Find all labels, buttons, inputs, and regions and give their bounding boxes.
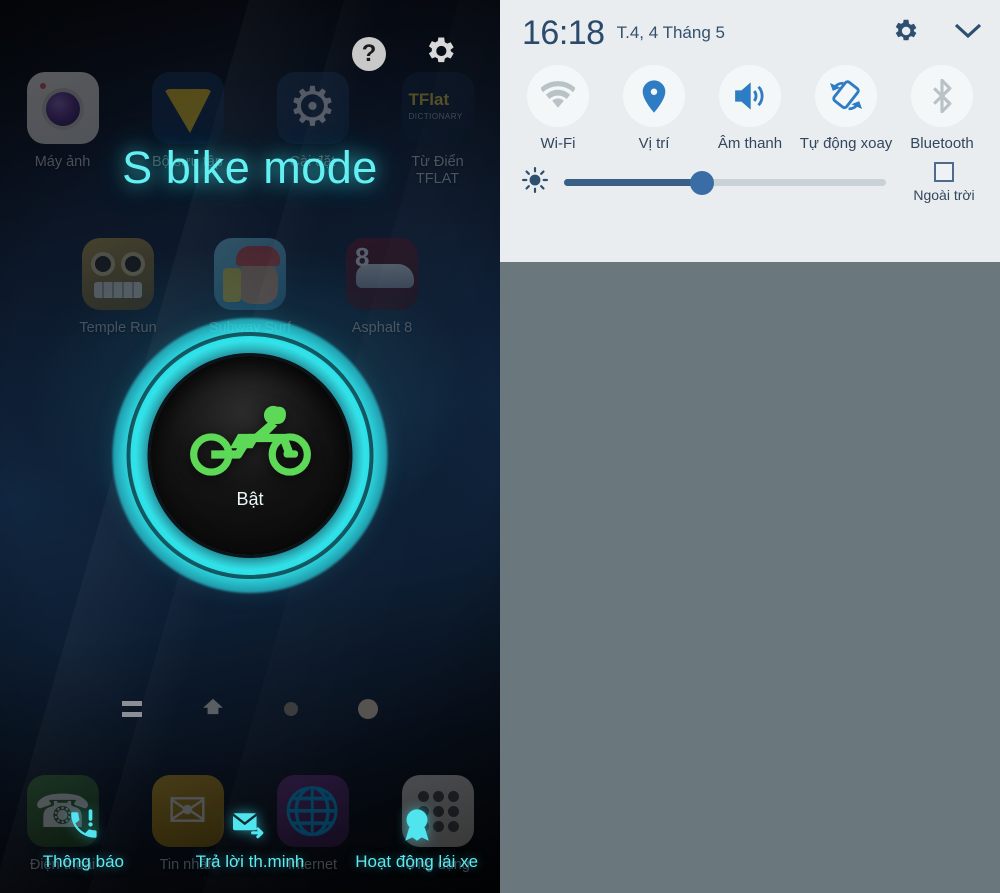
tile-label: Âm thanh xyxy=(717,135,783,152)
brightness-icon xyxy=(522,167,548,198)
temple-run-icon xyxy=(82,238,154,310)
gear-icon[interactable] xyxy=(890,16,920,51)
tile-wifi[interactable]: Wi-Fi xyxy=(510,65,606,152)
brightness-row: Ngoài trời xyxy=(500,152,1000,203)
tile-label: Tự động xoay xyxy=(799,135,893,152)
page-dot-active[interactable] xyxy=(358,698,378,719)
sbike-action-icons xyxy=(0,808,500,842)
screenshot-root: ? Máy ảnh Bộ sưu tập Cài đặt Từ Điển TFL… xyxy=(0,0,1000,893)
motorcycle-icon xyxy=(188,402,312,481)
toggle-state-label: Bật xyxy=(236,488,264,509)
sbike-toggle-button[interactable]: Bật xyxy=(112,318,388,593)
tile-bluetooth[interactable]: Bluetooth xyxy=(894,65,990,152)
subway-surfers-icon xyxy=(214,238,286,310)
outdoor-checkbox[interactable] xyxy=(934,162,954,183)
outdoor-label: Ngoài trời xyxy=(913,187,975,204)
location-pin-icon xyxy=(623,65,685,127)
left-phone-screen: ? Máy ảnh Bộ sưu tập Cài đặt Từ Điển TFL… xyxy=(0,0,500,893)
sbike-action-labels: Thông báo Trả lời th.minh Hoạt động lái … xyxy=(0,852,500,872)
home-icon[interactable] xyxy=(202,697,224,720)
camera-icon xyxy=(26,72,99,144)
phone-alert-icon[interactable] xyxy=(0,808,167,842)
sbike-header-icons: ? xyxy=(352,33,458,74)
quick-settings-header: 16:18 T.4, 4 Tháng 5 xyxy=(500,0,1000,53)
brightness-fill xyxy=(564,179,703,187)
recent-apps-icon[interactable] xyxy=(122,700,142,717)
brightness-thumb[interactable] xyxy=(690,170,715,195)
tflat-dictionary-icon xyxy=(401,72,474,144)
bluetooth-icon xyxy=(911,65,973,127)
tile-label: Wi-Fi xyxy=(540,135,576,152)
right-phone-screen: 16:18 T.4, 4 Tháng 5 Wi-Fi Vị trí Âm tha… xyxy=(500,0,1000,893)
chevron-down-icon[interactable] xyxy=(952,20,984,47)
quick-settings-tiles: Wi-Fi Vị trí Âm thanh Tự động xoay Bluet… xyxy=(500,65,1000,152)
sbike-action-label-autoreply[interactable]: Trả lời th.minh xyxy=(167,852,334,872)
status-clock: 16:18 xyxy=(522,14,605,52)
tile-label: Bluetooth xyxy=(910,135,974,152)
outdoor-mode-toggle[interactable]: Ngoài trời xyxy=(902,162,986,203)
ribbon-badge-icon[interactable] xyxy=(333,808,500,842)
brightness-slider[interactable] xyxy=(564,170,886,195)
tile-label: Vị trí xyxy=(638,135,670,152)
page-dot[interactable] xyxy=(284,701,298,716)
tile-location[interactable]: Vị trí xyxy=(606,65,702,152)
sbike-mode-title: S bike mode xyxy=(122,142,378,193)
help-icon[interactable]: ? xyxy=(352,36,386,71)
auto-rotate-icon xyxy=(815,65,877,127)
sbike-action-label-notification[interactable]: Thông báo xyxy=(0,852,167,872)
quick-settings-panel: 16:18 T.4, 4 Tháng 5 Wi-Fi Vị trí Âm tha… xyxy=(500,0,1000,262)
status-date: T.4, 4 Tháng 5 xyxy=(616,22,725,42)
settings-icon xyxy=(276,72,349,144)
toggle-knob[interactable]: Bật xyxy=(150,356,350,555)
wifi-icon xyxy=(527,65,589,127)
gallery-icon xyxy=(151,72,224,144)
android-navigation-bar xyxy=(0,697,500,720)
gear-icon[interactable] xyxy=(422,33,458,74)
tile-sound[interactable]: Âm thanh xyxy=(702,65,798,152)
sbike-action-label-driving[interactable]: Hoạt động lái xe xyxy=(333,852,500,872)
asphalt-8-icon xyxy=(346,238,418,310)
auto-reply-icon[interactable] xyxy=(167,808,334,842)
sound-icon xyxy=(719,65,781,127)
tile-auto-rotate[interactable]: Tự động xoay xyxy=(798,65,894,152)
